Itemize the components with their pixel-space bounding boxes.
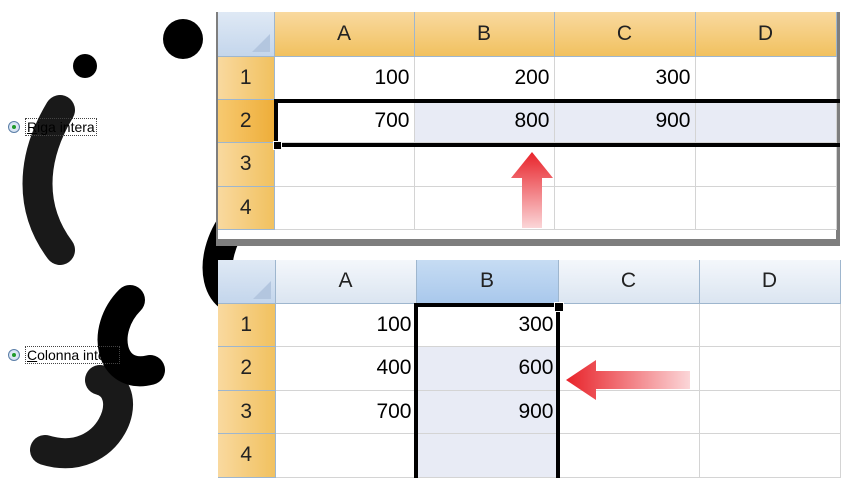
cell-d1[interactable]: [695, 56, 837, 100]
row-selection-border-bottom: [278, 143, 840, 147]
column-header-d[interactable]: D: [699, 260, 841, 304]
cell-c1[interactable]: [558, 303, 700, 347]
row-header-3[interactable]: 3: [218, 142, 275, 187]
cell-d2[interactable]: [699, 346, 841, 391]
cell-a4[interactable]: [275, 433, 417, 478]
column-selection-border-right: [556, 310, 560, 478]
cell-d4[interactable]: [695, 186, 837, 230]
select-all-corner[interactable]: [218, 260, 276, 304]
column-header-c[interactable]: C: [558, 260, 700, 304]
cell-d1[interactable]: [699, 303, 841, 347]
column-header-d[interactable]: D: [695, 12, 837, 57]
column-selection-border-left: [414, 303, 418, 478]
radio-button-icon[interactable]: [8, 121, 20, 133]
cell-a2[interactable]: 400: [275, 346, 417, 391]
cell-b4[interactable]: [416, 433, 559, 478]
cell-a4[interactable]: [274, 186, 415, 230]
arrow-up-icon: [511, 152, 553, 228]
select-all-corner[interactable]: [218, 12, 275, 57]
cell-d3[interactable]: [699, 390, 841, 434]
row-selection-border-left: [274, 99, 278, 147]
cell-b2[interactable]: 800: [414, 99, 555, 143]
radio-button-icon[interactable]: [8, 349, 20, 361]
fill-handle[interactable]: [554, 302, 564, 312]
radio-label-colonna: Colonna intera: [25, 346, 121, 364]
cell-a1[interactable]: 100: [275, 303, 417, 347]
cell-b2[interactable]: 600: [416, 346, 559, 391]
fill-handle[interactable]: [273, 141, 282, 150]
row-header-1[interactable]: 1: [218, 56, 275, 100]
arrow-left-icon: [566, 360, 690, 400]
cell-c2[interactable]: 900: [554, 99, 696, 143]
cell-d2[interactable]: [695, 99, 837, 143]
cell-c4[interactable]: [554, 186, 696, 230]
row-header-2[interactable]: 2: [218, 346, 276, 391]
radio-colonna-intera[interactable]: Colonna intera: [8, 344, 121, 366]
cell-b3[interactable]: 900: [416, 390, 559, 434]
spreadsheet-bottom: A B C D 1 100 300 2 400 600 3 700 900 4: [218, 260, 841, 478]
cell-c3[interactable]: [554, 142, 696, 187]
row-selection-border-top: [274, 99, 840, 103]
cell-a2[interactable]: 700: [274, 99, 415, 143]
column-header-b[interactable]: B: [416, 260, 559, 304]
cell-c1[interactable]: 300: [554, 56, 696, 100]
cell-d3[interactable]: [695, 142, 837, 187]
row-header-2[interactable]: 2: [218, 99, 275, 143]
cell-a3[interactable]: [274, 142, 415, 187]
column-header-c[interactable]: C: [554, 12, 696, 57]
row-header-1[interactable]: 1: [218, 303, 276, 347]
cell-c4[interactable]: [558, 433, 700, 478]
row-header-4[interactable]: 4: [218, 433, 276, 478]
column-header-a[interactable]: A: [274, 12, 415, 57]
radio-label-riga: Riga intera: [25, 118, 97, 136]
cell-a3[interactable]: 700: [275, 390, 417, 434]
cell-b1[interactable]: 300: [416, 303, 559, 347]
cell-b1[interactable]: 200: [414, 56, 555, 100]
row-header-3[interactable]: 3: [218, 390, 276, 434]
radio-riga-intera[interactable]: Riga intera: [8, 116, 97, 138]
cell-d4[interactable]: [699, 433, 841, 478]
cell-a1[interactable]: 100: [274, 56, 415, 100]
column-selection-border-top: [414, 303, 556, 307]
column-header-b[interactable]: B: [414, 12, 555, 57]
column-header-a[interactable]: A: [275, 260, 417, 304]
row-header-4[interactable]: 4: [218, 186, 275, 230]
